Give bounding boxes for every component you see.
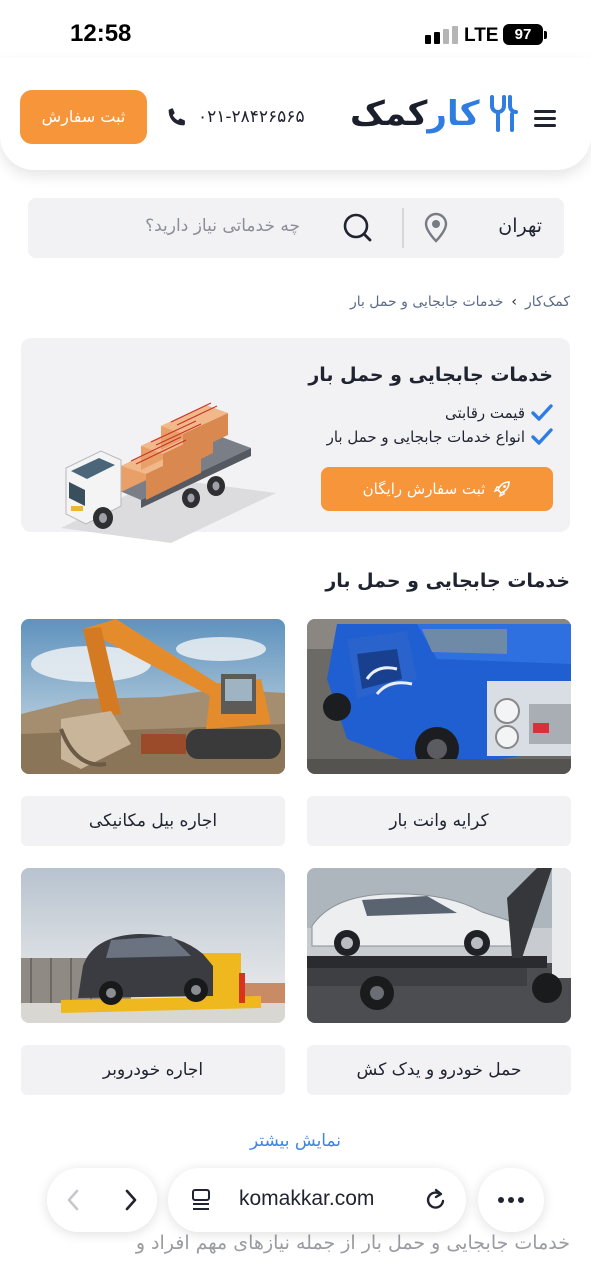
services-section-title: خدمات جابجایی و حمل بار bbox=[325, 570, 570, 592]
breadcrumb-separator: › bbox=[511, 294, 518, 310]
feature-label: انواع خدمات جابجایی و حمل بار bbox=[326, 428, 525, 446]
breadcrumb-home[interactable]: کمک‌کار bbox=[525, 294, 570, 310]
service-image-tow-truck[interactable] bbox=[307, 868, 571, 1023]
site-header: ثبت سفارش ۰۲۱-۲۸۴۲۶۵۶۵ کارکمک bbox=[0, 58, 591, 170]
browser-nav bbox=[47, 1168, 157, 1232]
tow-truck-image bbox=[307, 868, 571, 1023]
search-icon[interactable] bbox=[341, 212, 373, 244]
free-order-button[interactable]: ثبت سفارش رایگان bbox=[321, 467, 553, 511]
car-carrier-image bbox=[21, 868, 285, 1023]
forward-arrow-icon[interactable] bbox=[123, 1188, 139, 1212]
city-selector[interactable]: تهران bbox=[498, 215, 542, 237]
search-divider bbox=[402, 208, 404, 248]
search-bar[interactable]: تهران چه خدماتی نیاز دارید؟ bbox=[28, 198, 564, 258]
service-card-car-carrier[interactable]: اجاره خودروبر bbox=[21, 1045, 285, 1095]
reload-icon[interactable] bbox=[424, 1187, 448, 1213]
wrench-logo-icon bbox=[489, 95, 518, 132]
url-text: komakkar.com bbox=[239, 1187, 375, 1210]
rocket-icon bbox=[493, 481, 511, 498]
truck-illustration bbox=[61, 402, 276, 543]
page-menu-icon[interactable] bbox=[190, 1188, 212, 1212]
service-card-excavator[interactable]: اجاره بیل مکانیکی bbox=[21, 796, 285, 846]
show-more-link[interactable]: نمایش بیشتر bbox=[0, 1131, 591, 1151]
battery-icon: 97 bbox=[503, 24, 543, 45]
hamburger-icon[interactable] bbox=[534, 110, 556, 127]
order-button[interactable]: ثبت سفارش bbox=[20, 90, 147, 144]
network-type: LTE bbox=[464, 25, 499, 46]
feature-item: قیمت رقابتی bbox=[445, 404, 553, 422]
hero-banner: خدمات جابجایی و حمل بار قیمت رقابتی انوا… bbox=[21, 338, 570, 543]
signal-icon bbox=[425, 26, 458, 44]
ellipsis-icon bbox=[498, 1197, 524, 1203]
breadcrumb-current[interactable]: خدمات جابجایی و حمل بار bbox=[350, 294, 503, 310]
feature-label: قیمت رقابتی bbox=[444, 404, 525, 422]
service-card-tow-truck[interactable]: حمل خودرو و یدک کش bbox=[307, 1045, 571, 1095]
phone-link[interactable]: ۰۲۱-۲۸۴۲۶۵۶۵ bbox=[166, 106, 305, 128]
phone-number: ۰۲۱-۲۸۴۲۶۵۶۵ bbox=[198, 107, 305, 127]
check-icon bbox=[531, 428, 553, 445]
battery-tip bbox=[544, 31, 547, 39]
map-pin-icon[interactable] bbox=[422, 212, 450, 244]
excavator-image bbox=[21, 619, 285, 774]
hero-title: خدمات جابجایی و حمل بار bbox=[308, 364, 553, 386]
feature-item: انواع خدمات جابجایی و حمل بار bbox=[327, 428, 553, 446]
check-icon bbox=[531, 404, 553, 421]
intro-paragraph: خدمات جابجایی و حمل بار از جمله نیازهای … bbox=[135, 1232, 570, 1254]
breadcrumb: کمک‌کار › خدمات جابجایی و حمل بار bbox=[350, 294, 570, 310]
back-arrow-icon[interactable] bbox=[65, 1188, 81, 1212]
status-time: 12:58 bbox=[70, 20, 132, 47]
service-card-pickup[interactable]: کرایه وانت بار bbox=[307, 796, 571, 846]
logo-text: کارکمک bbox=[350, 94, 480, 134]
search-input[interactable]: چه خدماتی نیاز دارید؟ bbox=[145, 216, 300, 236]
service-image-car-carrier[interactable] bbox=[21, 868, 285, 1023]
site-logo[interactable]: کارکمک bbox=[350, 94, 522, 134]
free-order-label: ثبت سفارش رایگان bbox=[362, 480, 486, 498]
pickup-truck-image bbox=[307, 619, 571, 774]
address-bar[interactable]: komakkar.com bbox=[168, 1168, 466, 1232]
service-image-excavator[interactable] bbox=[21, 619, 285, 774]
service-image-pickup[interactable] bbox=[307, 619, 571, 774]
phone-icon bbox=[168, 108, 185, 126]
more-options-button[interactable] bbox=[478, 1168, 544, 1232]
